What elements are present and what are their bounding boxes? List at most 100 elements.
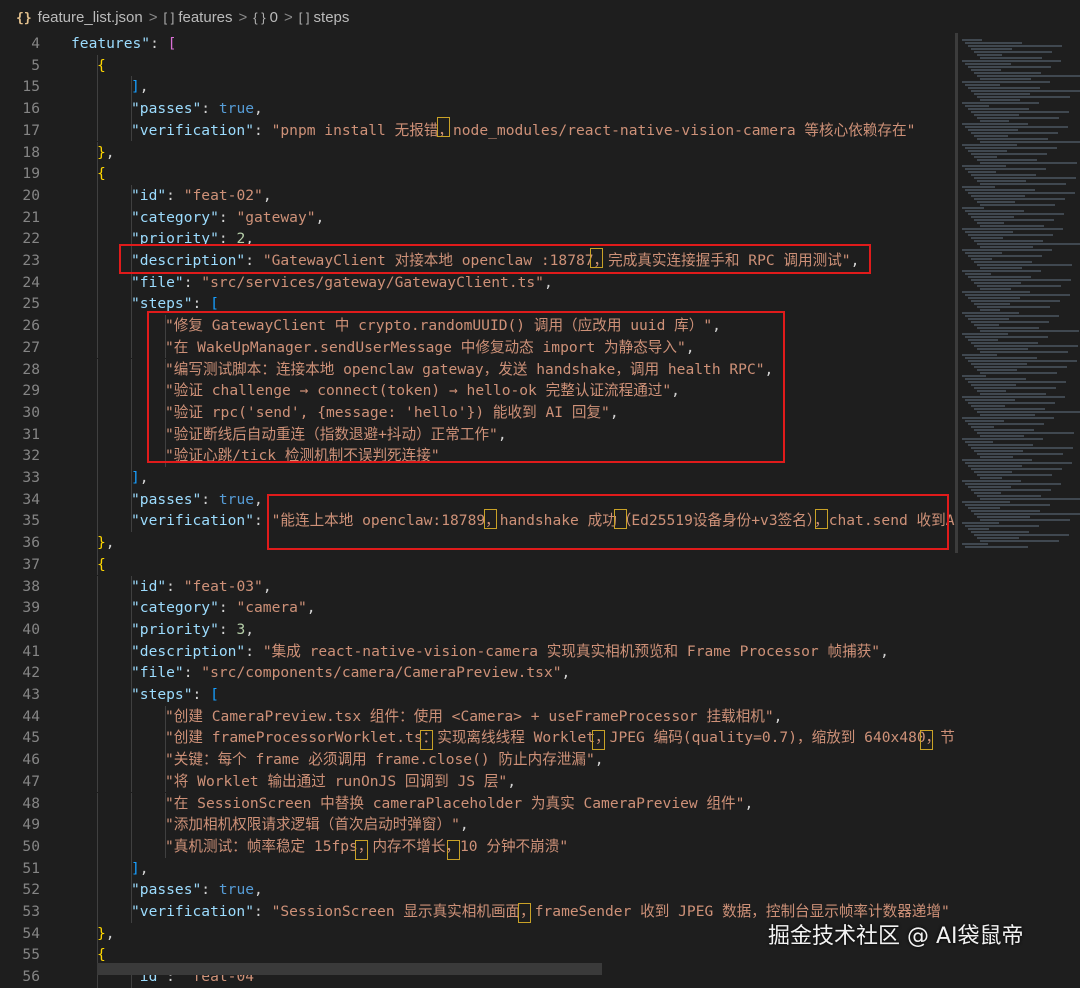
- minimap-line: [971, 111, 1069, 113]
- code-line[interactable]: 15],: [0, 76, 955, 99]
- code-line[interactable]: 42 "file": "src/components/camera/CameraP…: [0, 662, 955, 684]
- code-text: "category": "gateway",: [131, 207, 324, 229]
- line-number: 27: [22, 338, 40, 356]
- code-line[interactable]: 29 "验证 challenge → connect(token) → hello…: [0, 380, 955, 402]
- code-line[interactable]: 36},: [0, 532, 955, 554]
- code-text: "将 Worklet 输出通过 runOnJS 回调到 JS 层",: [165, 771, 516, 793]
- code-line[interactable]: 18},: [0, 141, 955, 164]
- code-line[interactable]: 26 "修复 GatewayClient 中 crypto.randomUUID(…: [0, 315, 955, 337]
- indent-guide: [131, 380, 132, 402]
- code-line[interactable]: 45 "创建 frameProcessorWorklet.ts：实现离线线程 Wo…: [0, 727, 955, 750]
- code-text: "在 SessionScreen 中替换 cameraPlaceholder 为…: [165, 793, 753, 815]
- code-line[interactable]: 22 "priority": 2,: [0, 228, 955, 250]
- code-token: "verification": [131, 903, 255, 920]
- minimap[interactable]: [958, 33, 1080, 553]
- code-text: "在 WakeUpManager.sendUserMessage 中修复动态 i…: [165, 337, 695, 359]
- minimap-line: [968, 339, 998, 341]
- indent-guide: [131, 814, 132, 836]
- line-number: 55: [22, 946, 40, 964]
- code-line[interactable]: 4 features": [: [0, 33, 955, 55]
- code-line[interactable]: 33],: [0, 467, 955, 489]
- minimap-line: [962, 102, 1039, 104]
- minimap-line: [971, 69, 1001, 71]
- indent-guide: [97, 293, 98, 316]
- code-line[interactable]: 41 "description": "集成 react-native-vision…: [0, 640, 955, 663]
- code-line[interactable]: 30 "验证 rpc('send', {message: 'hello'}) 能收…: [0, 401, 955, 424]
- code-line[interactable]: 50 "真机测试：帧率稳定 15fps，内存不增长，10 分钟不崩溃": [0, 835, 955, 858]
- horizontal-scrollbar[interactable]: [97, 963, 602, 975]
- code-text: "description": "集成 react-native-vision-c…: [131, 641, 889, 663]
- code-line[interactable]: 24 "file": "src/services/gateway/GatewayC…: [0, 271, 955, 294]
- code-token: :: [254, 512, 272, 530]
- code-line[interactable]: 40 "priority": 3,: [0, 618, 955, 641]
- code-token: "pnpm install 无报错，node_modules/react-nat…: [271, 121, 916, 139]
- code-token: {: [97, 56, 106, 74]
- code-line[interactable]: 44 "创建 CameraPreview.tsx 组件：使用 <Camera> +…: [0, 705, 955, 728]
- line-number: 46: [22, 751, 40, 769]
- code-line[interactable]: 34 "passes": true,: [0, 488, 955, 511]
- code-line[interactable]: 48 "在 SessionScreen 中替换 cameraPlaceholder…: [0, 792, 955, 815]
- code-text: {: [97, 163, 106, 185]
- code-line[interactable]: 5{: [0, 54, 955, 77]
- line-number: 37: [22, 555, 40, 573]
- minimap-line: [980, 267, 1022, 269]
- code-line[interactable]: 27 "在 WakeUpManager.sendUserMessage 中修复动态…: [0, 336, 955, 359]
- minimap-line: [977, 369, 1017, 371]
- code-line[interactable]: 21 "category": "gateway",: [0, 206, 955, 229]
- code-line[interactable]: 23 "description": "GatewayClient 对接本地 ope…: [0, 250, 955, 272]
- code-text: "passes": true,: [131, 879, 263, 901]
- minimap-line: [977, 264, 1072, 266]
- minimap-line: [968, 486, 1011, 488]
- minimap-line: [968, 108, 1029, 110]
- code-line[interactable]: 16 "passes": true,: [0, 98, 955, 120]
- breadcrumb-index[interactable]: 0: [270, 9, 278, 26]
- code-line[interactable]: 25 "steps": [: [0, 293, 955, 316]
- code-line[interactable]: 51],: [0, 857, 955, 880]
- minimap-line: [971, 132, 1058, 134]
- code-line[interactable]: 37 {: [0, 553, 955, 576]
- code-token: ,: [744, 794, 754, 812]
- minimap-line: [971, 489, 1051, 491]
- code-line[interactable]: 19 {: [0, 163, 955, 185]
- indent-guide: [97, 488, 98, 511]
- code-token: "verification": [131, 512, 255, 530]
- minimap-line: [977, 537, 1019, 539]
- minimap-line: [980, 372, 1057, 374]
- code-token: "src/services/gateway/GatewayClient.ts": [201, 273, 544, 291]
- line-number: 30: [22, 403, 40, 421]
- indent-guide: [97, 792, 98, 815]
- code-line[interactable]: 47 "将 Worklet 输出通过 runOnJS 回调到 JS 层",: [0, 770, 955, 793]
- minimap-line: [974, 471, 1012, 473]
- code-line[interactable]: 39 "category": "camera",: [0, 597, 955, 619]
- code-line[interactable]: 43 "steps": [: [0, 684, 955, 706]
- line-number: 35: [22, 512, 40, 530]
- code-token: "feat-03": [183, 577, 263, 595]
- line-number: 28: [22, 360, 40, 378]
- code-line[interactable]: 46 "关键：每个 frame 必须调用 frame.close() 防止内存泄漏…: [0, 749, 955, 771]
- code-line[interactable]: 31 "验证断线后自动重连（指数退避+抖动）正常工作",: [0, 423, 955, 446]
- minimap-line: [977, 243, 1080, 245]
- breadcrumb-file[interactable]: feature_list.json: [38, 9, 143, 26]
- code-line[interactable]: 52 "passes": true,: [0, 879, 955, 901]
- code-token: "验证断线后自动重连（指数退避+抖动）正常工作": [165, 425, 498, 443]
- line-number: 53: [22, 903, 40, 920]
- line-number: 29: [22, 382, 40, 400]
- code-token: ]: [131, 859, 140, 877]
- code-line[interactable]: 49 "添加相机权限请求逻辑（首次启动时弹窗）",: [0, 814, 955, 836]
- code-line[interactable]: 28 "编写测试脚本：连接本地 openclaw gateway，发送 hands…: [0, 358, 955, 381]
- minimap-line: [974, 366, 1067, 368]
- code-line[interactable]: 17 "verification": "pnpm install 无报错，node…: [0, 119, 955, 142]
- minimap-line: [977, 495, 1041, 497]
- minimap-line: [974, 198, 1065, 200]
- line-number: 18: [22, 143, 40, 161]
- code-line[interactable]: 32 "验证心跳/tick 检测机制不误判死连接": [0, 445, 955, 467]
- code-line[interactable]: 35 "verification": "能连上本地 openclaw:18789，…: [0, 510, 955, 533]
- minimap-line: [965, 189, 1035, 191]
- code-token: ,: [262, 577, 272, 595]
- breadcrumb-features[interactable]: features: [178, 9, 232, 26]
- code-editor[interactable]: 4 features": [5{15], 16 "passes": true, 17 "v…: [0, 33, 1080, 988]
- code-line[interactable]: 38 "id": "feat-03",: [0, 575, 955, 598]
- code-token: "passes": [131, 490, 202, 508]
- code-line[interactable]: 20 "id": "feat-02",: [0, 184, 955, 207]
- breadcrumb-steps[interactable]: steps: [314, 9, 350, 26]
